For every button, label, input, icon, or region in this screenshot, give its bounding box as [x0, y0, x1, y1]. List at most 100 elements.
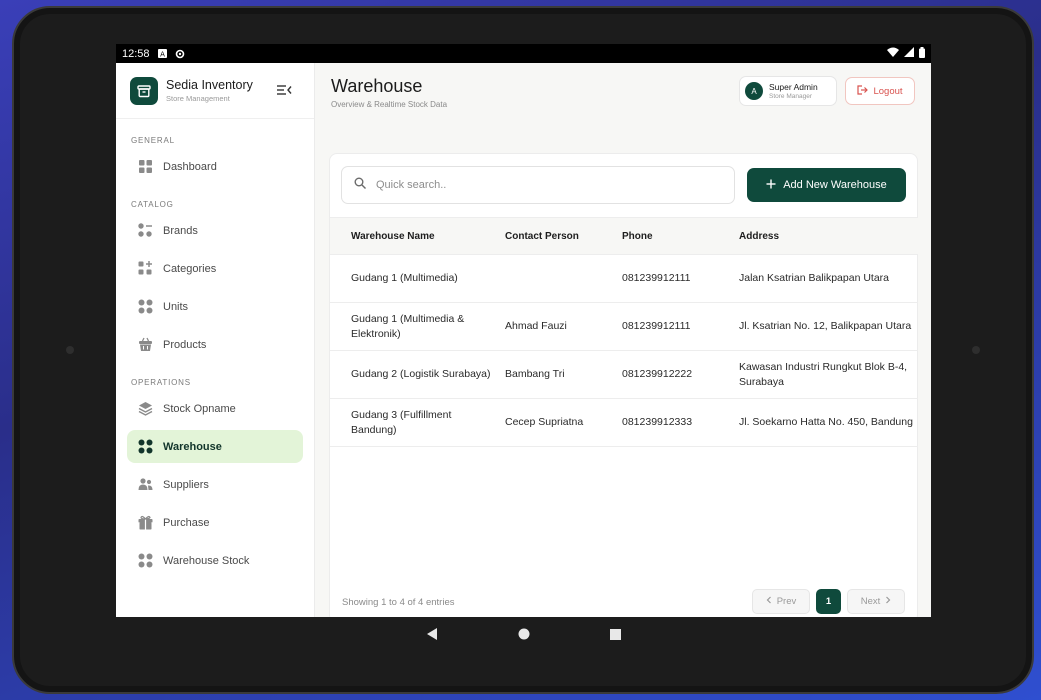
search-icon [354, 176, 366, 194]
camera-dot [66, 346, 74, 354]
page-number-button[interactable]: 1 [816, 589, 841, 614]
table-row[interactable]: Gudang 1 (Multimedia & Elektronik) Ahmad… [330, 302, 918, 351]
store-box-icon [130, 76, 158, 105]
page-header: Warehouse Overview & Realtime Stock Data… [329, 63, 917, 133]
brand-tagline: Store Management [166, 94, 230, 103]
collapse-sidebar-icon[interactable] [276, 83, 292, 97]
sidebar-item-warehouse[interactable]: Warehouse [127, 430, 303, 463]
sidebar-item-label: Stock Opname [163, 402, 236, 415]
sidebar-item-units[interactable]: Units [127, 290, 303, 323]
sidebar-item-label: Purchase [163, 516, 210, 529]
sidebar-item-label: Brands [163, 224, 198, 237]
cell-address: Jl. Ksatrian No. 12, Balikpapan Utara [739, 302, 918, 351]
status-time: 12:58 [122, 47, 150, 60]
brand-name: Sedia Inventory [166, 78, 253, 92]
grid-icon [137, 299, 153, 315]
add-warehouse-label: Add New Warehouse [783, 179, 887, 191]
cell-phone: 081239912111 [622, 302, 739, 351]
sidebar-item-stock-opname[interactable]: Stock Opname [127, 392, 303, 425]
logout-icon [857, 84, 869, 98]
sidebar-item-products[interactable]: Products [127, 328, 303, 361]
section-title-general: GENERAL [131, 136, 175, 145]
prev-label: Prev [776, 596, 797, 607]
avatar: A [745, 82, 763, 100]
table-header-row: Warehouse Name Contact Person Phone Addr… [330, 217, 918, 255]
cell-address: Jalan Ksatrian Balikpapan Utara [739, 254, 918, 303]
cell-phone: 081239912111 [622, 254, 739, 303]
home-icon[interactable] [518, 627, 530, 645]
status-bar: 12:58 A [116, 44, 931, 63]
logout-button[interactable]: Logout [845, 77, 915, 105]
pagination: Prev 1 Next [752, 589, 905, 614]
a-notification-icon: A [157, 49, 167, 59]
cell-phone: 081239912222 [622, 350, 739, 399]
sidebar-item-label: Suppliers [163, 478, 209, 491]
user-name: Super Admin [769, 82, 818, 92]
warehouse-card: Add New Warehouse Warehouse Name Contact… [329, 153, 918, 617]
entries-info: Showing 1 to 4 of 4 entries [342, 597, 455, 608]
cell-warehouse-name: Gudang 1 (Multimedia) [330, 254, 505, 303]
main-content: Warehouse Overview & Realtime Stock Data… [315, 63, 931, 617]
chevron-right-icon [885, 596, 891, 607]
cell-contact-person [505, 254, 622, 303]
page-title: Warehouse [331, 76, 423, 96]
page-subtitle: Overview & Realtime Stock Data [331, 100, 448, 109]
sidebar-item-suppliers[interactable]: Suppliers [127, 468, 303, 501]
sidebar-item-warehouse-stock[interactable]: Warehouse Stock [127, 544, 303, 577]
sidebar-item-label: Products [163, 338, 207, 351]
sidebar: Sedia Inventory Store Management GENERAL… [116, 63, 315, 617]
wifi-icon [887, 47, 899, 60]
back-icon[interactable] [426, 627, 438, 645]
cell-address: Kawasan Industri Rungkut Blok B-4, Surab… [739, 350, 918, 399]
gift-icon [137, 515, 153, 531]
plus-icon [766, 179, 776, 192]
cell-warehouse-name: Gudang 3 (Fulfillment Bandung) [330, 398, 505, 447]
users-icon [137, 477, 153, 493]
signal-icon [904, 47, 914, 60]
brand-header: Sedia Inventory Store Management [116, 63, 314, 119]
recents-icon[interactable] [610, 627, 621, 645]
column-header-phone[interactable]: Phone [622, 217, 739, 255]
battery-icon [919, 46, 925, 61]
sidebar-item-categories[interactable]: Categories [127, 252, 303, 285]
screen: 12:58 A Sedia Inventory Store Management… [116, 44, 931, 617]
cell-contact-person: Cecep Supriatna [505, 398, 622, 447]
user-menu[interactable]: A Super Admin Store Manager [739, 76, 837, 106]
next-label: Next [860, 596, 881, 607]
sidebar-item-dashboard[interactable]: Dashboard [127, 150, 303, 183]
prev-page-button[interactable]: Prev [752, 589, 810, 614]
sidebar-item-brands[interactable]: Brands [127, 214, 303, 247]
chevron-left-icon [766, 596, 772, 607]
sidebar-item-purchase[interactable]: Purchase [127, 506, 303, 539]
grid-minus-icon [137, 223, 153, 239]
add-warehouse-button[interactable]: Add New Warehouse [747, 168, 906, 202]
cell-warehouse-name: Gudang 2 (Logistik Surabaya) [330, 350, 505, 399]
grid-icon [137, 159, 153, 175]
table-row[interactable]: Gudang 3 (Fulfillment Bandung) Cecep Sup… [330, 398, 918, 447]
user-role: Store Manager [769, 93, 812, 100]
cell-address: Jl. Soekarno Hatta No. 450, Bandung [739, 398, 918, 447]
column-header-warehouse-name[interactable]: Warehouse Name [330, 217, 505, 255]
cell-contact-person: Ahmad Fauzi [505, 302, 622, 351]
cell-phone: 081239912333 [622, 398, 739, 447]
section-title-catalog: CATALOG [131, 200, 174, 209]
sidebar-item-label: Units [163, 300, 189, 313]
sidebar-item-label: Warehouse [163, 440, 222, 453]
search-input[interactable] [376, 179, 706, 191]
svg-text:A: A [160, 51, 165, 59]
table-row[interactable]: Gudang 1 (Multimedia) 081239912111 Jalan… [330, 254, 918, 303]
sidebar-item-label: Categories [163, 262, 217, 275]
cell-warehouse-name: Gudang 1 (Multimedia & Elektronik) [330, 302, 505, 351]
column-header-address[interactable]: Address [739, 217, 918, 255]
cell-contact-person: Bambang Tri [505, 350, 622, 399]
settings-gear-icon [175, 49, 184, 59]
layers-icon [137, 401, 153, 417]
basket-icon [137, 337, 153, 353]
column-header-contact-person[interactable]: Contact Person [505, 217, 622, 255]
sidebar-item-label: Dashboard [163, 160, 217, 173]
grid-icon [137, 553, 153, 569]
table-row[interactable]: Gudang 2 (Logistik Surabaya) Bambang Tri… [330, 350, 918, 399]
search-box[interactable] [341, 166, 735, 204]
sensor-dot [972, 346, 980, 354]
next-page-button[interactable]: Next [847, 589, 905, 614]
